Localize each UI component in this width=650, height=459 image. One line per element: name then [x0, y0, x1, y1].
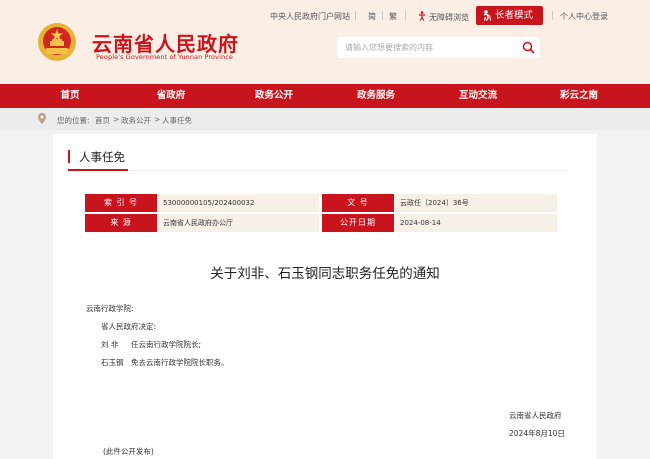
breadcrumb-separator: >: [154, 115, 161, 124]
divider: [382, 11, 383, 20]
elder-person-icon: [483, 10, 491, 21]
nav-item-services[interactable]: 政务服务: [350, 84, 402, 108]
nav-item-home[interactable]: 首页: [45, 84, 95, 108]
breadcrumb-separator: >: [113, 115, 120, 124]
divider: [552, 11, 553, 20]
article-recipient: 云南行政学院:: [86, 304, 134, 313]
appointment-text: 任云南行政学院院长;: [131, 340, 202, 349]
source-label: 来 源: [85, 214, 157, 232]
doc-number-label: 文 号: [322, 194, 394, 212]
section-marker: [68, 150, 70, 163]
appointee-name: 刘 非: [101, 340, 119, 349]
article-signature: 云南省人民政府: [509, 411, 562, 420]
breadcrumb-prefix: 您的位置:: [57, 116, 90, 125]
breadcrumb: 您的位置: 首页 > 政务公开 > 人事任免: [0, 108, 650, 130]
publish-date-label: 公开日期: [322, 214, 394, 232]
accessibility-link[interactable]: 无障碍浏览: [417, 11, 469, 23]
traditional-link[interactable]: 繁: [389, 11, 397, 22]
breadcrumb-current: 人事任免: [162, 116, 192, 125]
site-header: 云南省人民政府 People's Government of Yunnan Pr…: [0, 0, 650, 84]
index-label: 索 引 号: [85, 194, 157, 212]
section-title: 人事任免: [79, 150, 125, 164]
index-value: 53000000105/202400032: [157, 194, 319, 212]
nav-item-yunnan[interactable]: 彩云之南: [553, 84, 605, 108]
national-emblem-icon: [38, 23, 76, 61]
doc-number-value: 云政任〔2024〕36号: [394, 194, 557, 212]
elder-mode-button[interactable]: 长者模式: [476, 6, 543, 25]
meta-row: 索 引 号 53000000105/202400032 文 号 云政任〔2024…: [85, 194, 557, 212]
search-icon[interactable]: [522, 41, 535, 54]
location-pin-icon: [38, 113, 46, 124]
divider: [405, 11, 406, 20]
search-input[interactable]: [345, 40, 515, 55]
search-box: [337, 37, 540, 58]
content-card: 人事任免 索 引 号 53000000105/202400032 文 号 云政任…: [53, 134, 597, 459]
divider: [355, 11, 356, 20]
accessibility-icon: [419, 11, 425, 21]
nav-item-government[interactable]: 省政府: [146, 84, 196, 108]
article-date: 2024年8月10日: [509, 429, 565, 438]
meta-row: 来 源 云南省人民政府办公厅 公开日期 2024-08-14: [85, 214, 557, 232]
site-subtitle: People's Government of Yunnan Province: [96, 53, 233, 61]
dismissal-text: 免去云南行政学院院长职务。: [131, 358, 229, 367]
accessibility-label: 无障碍浏览: [429, 13, 469, 22]
simplified-link[interactable]: 简: [368, 11, 376, 22]
nav-item-interaction[interactable]: 互动交流: [452, 84, 504, 108]
article-title: 关于刘非、石玉钢同志职务任免的通知: [210, 266, 440, 282]
dismissed-name: 石玉钢: [101, 358, 124, 367]
section-divider: [68, 170, 568, 171]
article-note: (此件公开发布): [103, 447, 154, 456]
source-value: 云南省人民政府办公厅: [157, 214, 319, 232]
personal-center-link[interactable]: 个人中心登录: [560, 11, 608, 22]
nav-item-disclosure[interactable]: 政务公开: [248, 84, 300, 108]
publish-date-value: 2024-08-14: [394, 214, 557, 232]
breadcrumb-home[interactable]: 首页: [95, 115, 110, 126]
article-decision: 省人民政府决定:: [101, 322, 157, 331]
section-divider-accent: [68, 169, 128, 171]
elder-mode-label: 长者模式: [495, 10, 534, 21]
breadcrumb-disclosure[interactable]: 政务公开: [121, 115, 151, 126]
central-portal-link[interactable]: 中央人民政府门户网站: [270, 11, 350, 22]
main-nav: 首页 省政府 政务公开 政务服务 互动交流 彩云之南: [0, 84, 650, 108]
